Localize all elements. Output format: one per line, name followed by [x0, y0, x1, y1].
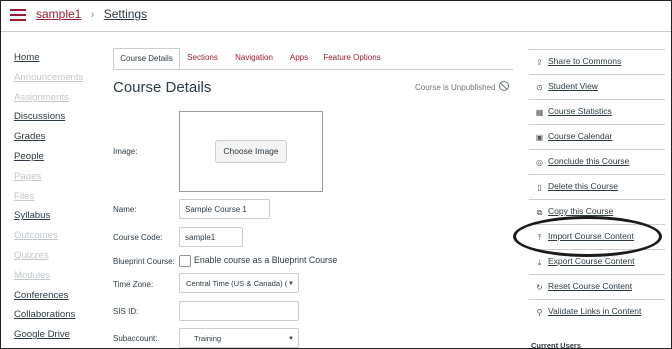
stats-icon: ▦: [535, 108, 544, 117]
nav-grades[interactable]: Grades: [14, 130, 104, 150]
name-label: Name:: [113, 205, 137, 214]
reset-course-content-link[interactable]: ↻ Reset Course Content: [529, 274, 665, 300]
nav-pages[interactable]: Pages: [14, 170, 104, 190]
current-users-heading: Current Users: [531, 341, 582, 349]
course-navigation: Home Announcements Assignments Discussio…: [14, 51, 104, 348]
calendar-icon: ▣: [535, 133, 544, 142]
course-name-input[interactable]: Sample Course 1: [179, 199, 270, 219]
link-icon: ⚲: [536, 308, 543, 317]
delete-course-label: Delete this Course: [548, 181, 618, 191]
glasses-icon: ⊙: [536, 83, 543, 92]
copy-icon: ⧉: [536, 208, 543, 217]
nav-google-drive[interactable]: Google Drive: [14, 328, 104, 348]
course-code-label: Course Code:: [113, 233, 163, 242]
validate-links-link[interactable]: ⚲ Validate Links in Content: [529, 299, 665, 325]
tab-feature-options[interactable]: Feature Options: [317, 48, 387, 69]
nav-files[interactable]: Files: [14, 190, 104, 210]
publish-status-text: Course is Unpublished: [415, 83, 496, 92]
hamburger-menu-icon[interactable]: [10, 9, 26, 22]
course-statistics-link[interactable]: ▦ Course Statistics: [529, 99, 665, 125]
course-calendar-link[interactable]: ▣ Course Calendar: [529, 124, 665, 150]
time-zone-select[interactable]: Central Time (US & Canada) ( ▼: [179, 273, 299, 293]
course-calendar-label: Course Calendar: [548, 131, 613, 141]
reset-icon: ↻: [536, 283, 543, 292]
conclude-course-label: Conclude this Course: [548, 156, 630, 166]
nav-quizzes[interactable]: Quizzes: [14, 249, 104, 269]
blueprint-checkbox[interactable]: [179, 255, 191, 267]
nav-outcomes[interactable]: Outcomes: [14, 229, 104, 249]
chevron-down-icon: ▼: [288, 281, 294, 287]
nav-announcements[interactable]: Announcements: [14, 71, 104, 91]
tab-navigation[interactable]: Navigation: [227, 48, 281, 69]
breadcrumb-course-link[interactable]: sample1: [36, 7, 81, 21]
delete-course-link[interactable]: ▯ Delete this Course: [529, 174, 665, 200]
settings-tabs: Course Details Sections Navigation Apps …: [113, 48, 513, 70]
time-zone-label: Time Zone:: [113, 280, 154, 289]
breadcrumb-separator-icon: ›: [90, 9, 95, 21]
nav-syllabus[interactable]: Syllabus: [14, 209, 104, 229]
nav-collaborations[interactable]: Collaborations: [14, 308, 104, 328]
breadcrumb-current[interactable]: Settings: [104, 7, 147, 21]
sis-id-input[interactable]: [179, 301, 299, 321]
nav-modules[interactable]: Modules: [14, 269, 104, 289]
blueprint-checkbox-label[interactable]: Enable course as a Blueprint Course: [194, 255, 337, 265]
page-title: Course Details: [113, 79, 212, 96]
tab-course-details[interactable]: Course Details: [113, 48, 180, 69]
share-icon: ⇪: [536, 58, 543, 67]
nav-conferences[interactable]: Conferences: [14, 289, 104, 309]
validate-links-label: Validate Links in Content: [548, 306, 642, 316]
image-label: Image:: [113, 147, 138, 156]
course-statistics-label: Course Statistics: [548, 106, 612, 116]
course-code-input[interactable]: sample1: [179, 227, 243, 247]
tab-sections[interactable]: Sections: [180, 48, 225, 69]
subaccount-label: Subaccount:: [113, 334, 158, 343]
highlight-ellipse: [513, 216, 662, 257]
blueprint-label: Blueprint Course:: [113, 257, 175, 266]
check-circle-icon: ◎: [536, 158, 543, 167]
nav-home[interactable]: Home: [14, 51, 104, 71]
time-zone-value: Central Time (US & Canada) (: [186, 279, 288, 288]
download-icon: ⤓: [537, 258, 542, 267]
chevron-down-icon: ▼: [288, 336, 294, 342]
tab-apps[interactable]: Apps: [283, 48, 315, 69]
breadcrumb: sample1 › Settings: [36, 7, 147, 21]
publish-status: Course is Unpublished: [415, 81, 509, 92]
copy-course-label: Copy this Course: [548, 206, 614, 216]
student-view-link[interactable]: ⊙ Student View: [529, 74, 665, 100]
nav-assignments[interactable]: Assignments: [14, 91, 104, 111]
nav-people[interactable]: People: [14, 150, 104, 170]
share-to-commons-label: Share to Commons: [548, 56, 622, 66]
reset-course-content-label: Reset Course Content: [548, 281, 633, 291]
subaccount-value: Training: [194, 334, 222, 343]
subaccount-select[interactable]: Training ▼: [179, 328, 299, 348]
conclude-course-link[interactable]: ◎ Conclude this Course: [529, 149, 665, 175]
nav-discussions[interactable]: Discussions: [14, 110, 104, 130]
trash-icon: ▯: [537, 183, 542, 192]
sis-id-label: SIS ID:: [113, 307, 139, 316]
student-view-label: Student View: [548, 81, 598, 91]
app-window: sample1 › Settings Home Announcements As…: [0, 0, 672, 349]
header-bar: sample1 › Settings: [1, 1, 671, 32]
share-to-commons-link[interactable]: ⇪ Share to Commons: [529, 49, 665, 75]
choose-image-button[interactable]: Choose Image: [215, 140, 287, 163]
export-course-content-label: Export Course Content: [548, 256, 635, 266]
unpublished-icon: [498, 81, 509, 91]
